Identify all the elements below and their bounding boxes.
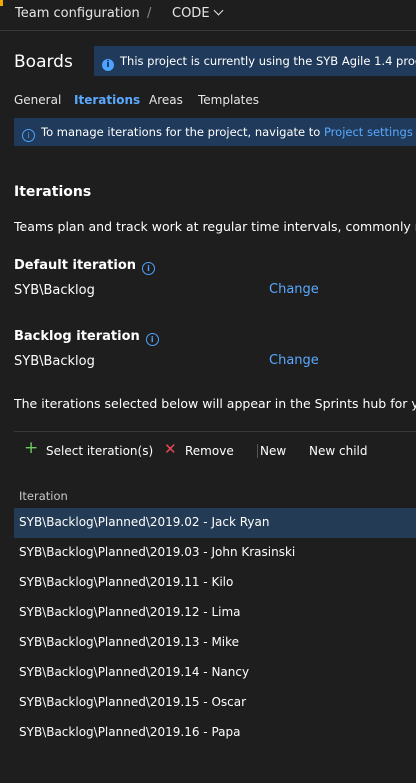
info-message-text: To manage iterations for the project, na… (41, 125, 324, 139)
chevron-down-icon (213, 5, 223, 16)
iterations-heading: Iterations (14, 184, 92, 200)
tab-general[interactable]: General (14, 93, 61, 107)
table-row[interactable]: SYB\Backlog\Planned\2019.12 - Lima (14, 598, 416, 628)
table-row[interactable]: SYB\Backlog\Planned\2019.16 - Papa (14, 718, 416, 748)
tab-areas[interactable]: Areas (149, 93, 183, 107)
info-message-bar: i To manage iterations for the project, n… (14, 118, 416, 146)
iteration-column-header[interactable]: Iteration (19, 489, 68, 503)
iterations-toolbar: + Select iteration(s) ✕ Remove New New c… (14, 431, 416, 470)
toolbar-separator (257, 444, 258, 458)
select-iterations-button[interactable]: Select iteration(s) (46, 444, 153, 458)
table-row[interactable]: SYB\Backlog\Planned\2019.11 - Kilo (14, 568, 416, 598)
table-row[interactable]: SYB\Backlog\Planned\2019.14 - Nancy (14, 658, 416, 688)
table-row[interactable]: SYB\Backlog\Planned\2019.15 - Oscar (14, 688, 416, 718)
default-iteration-label-group: Default iteration i (14, 258, 156, 275)
info-icon[interactable]: i (142, 262, 156, 275)
process-banner: i This project is currently using the SYB… (94, 46, 416, 76)
table-row[interactable]: SYB\Backlog\Planned\2019.02 - Jack Ryan (14, 508, 416, 538)
close-icon: ✕ (164, 440, 177, 458)
project-selector-label: CODE (172, 6, 210, 21)
project-selector[interactable]: CODE (172, 5, 223, 21)
breadcrumb-separator: / (147, 6, 152, 21)
default-iteration-label: Default iteration (14, 258, 137, 273)
sprints-hub-note: The iterations selected below will appea… (14, 396, 416, 411)
info-icon: i (102, 59, 114, 71)
page-title: Boards (14, 52, 73, 72)
process-banner-text: This project is currently using the SYB … (120, 54, 416, 68)
top-bar: Team configuration / CODE (0, 0, 416, 30)
new-button[interactable]: New (260, 444, 286, 458)
plus-icon: + (24, 438, 39, 458)
accent-mark (0, 0, 3, 6)
project-settings-link[interactable]: Project settings (324, 125, 413, 139)
info-icon: i (22, 129, 35, 142)
breadcrumb-team-configuration[interactable]: Team configuration (15, 6, 140, 21)
new-child-button[interactable]: New child (309, 444, 367, 458)
remove-button[interactable]: Remove (185, 444, 234, 458)
backlog-iteration-label-group: Backlog iteration i (14, 329, 159, 346)
default-iteration-value: SYB\Backlog (14, 283, 95, 298)
table-row[interactable]: SYB\Backlog\Planned\2019.03 - John Krasi… (14, 538, 416, 568)
iterations-description: Teams plan and track work at regular tim… (14, 219, 416, 234)
tab-iterations[interactable]: Iterations (74, 93, 140, 107)
change-default-iteration-link[interactable]: Change (269, 282, 319, 297)
backlog-iteration-label: Backlog iteration (14, 329, 140, 344)
tab-templates[interactable]: Templates (198, 93, 259, 107)
backlog-iteration-value: SYB\Backlog (14, 354, 95, 369)
info-icon[interactable]: i (145, 333, 159, 346)
change-backlog-iteration-link[interactable]: Change (269, 353, 319, 368)
table-row[interactable]: SYB\Backlog\Planned\2019.13 - Mike (14, 628, 416, 658)
divider (0, 30, 416, 31)
